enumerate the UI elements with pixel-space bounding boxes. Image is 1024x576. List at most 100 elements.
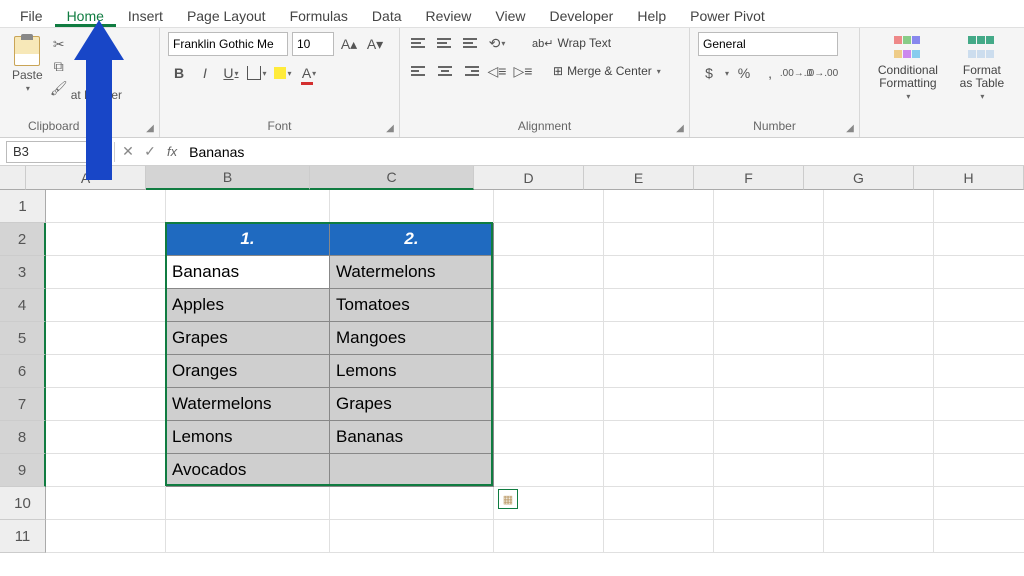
- cell[interactable]: [604, 190, 714, 223]
- cell[interactable]: [604, 421, 714, 454]
- font-color-button[interactable]: A▾: [298, 62, 320, 84]
- cell[interactable]: [604, 223, 714, 256]
- cell[interactable]: [824, 322, 934, 355]
- cell[interactable]: [494, 421, 604, 454]
- column-header[interactable]: C: [310, 166, 474, 190]
- cell[interactable]: [934, 421, 1024, 454]
- cell[interactable]: [494, 322, 604, 355]
- table-cell[interactable]: Grapes: [330, 388, 494, 421]
- cell[interactable]: [714, 256, 824, 289]
- cell[interactable]: [46, 520, 166, 553]
- cell[interactable]: [824, 256, 934, 289]
- align-left-icon[interactable]: [408, 60, 430, 82]
- cell[interactable]: [330, 487, 494, 520]
- column-header[interactable]: F: [694, 166, 804, 190]
- cell[interactable]: [604, 322, 714, 355]
- enter-formula-icon[interactable]: ✓: [139, 143, 161, 160]
- menu-tab-file[interactable]: File: [8, 4, 55, 27]
- menu-tab-data[interactable]: Data: [360, 4, 414, 27]
- increase-decimal-icon[interactable]: .00→.0: [785, 62, 807, 84]
- cell[interactable]: [46, 223, 166, 256]
- cell[interactable]: [604, 454, 714, 487]
- dialog-launcher-icon[interactable]: ◢: [673, 121, 687, 135]
- wrap-text-button[interactable]: ab↵Wrap Text: [528, 34, 615, 52]
- formula-input[interactable]: [183, 144, 1024, 160]
- table-cell[interactable]: Bananas: [330, 421, 494, 454]
- row-header[interactable]: 10: [0, 487, 46, 520]
- fx-icon[interactable]: fx: [161, 144, 183, 159]
- increase-indent-icon[interactable]: ▷≡: [512, 60, 534, 82]
- copy-icon[interactable]: ⧉: [51, 58, 67, 74]
- table-cell[interactable]: Apples: [166, 289, 330, 322]
- select-all-corner[interactable]: [0, 166, 26, 190]
- row-header[interactable]: 8: [0, 421, 46, 454]
- cell[interactable]: [494, 190, 604, 223]
- cell[interactable]: [824, 223, 934, 256]
- percent-button[interactable]: %: [733, 62, 755, 84]
- cell[interactable]: [824, 289, 934, 322]
- cell[interactable]: [166, 520, 330, 553]
- decrease-indent-icon[interactable]: ◁≡: [486, 60, 508, 82]
- cell[interactable]: [934, 454, 1024, 487]
- increase-font-icon[interactable]: A▴: [338, 33, 360, 55]
- cell[interactable]: [824, 421, 934, 454]
- cell[interactable]: [330, 520, 494, 553]
- table-cell[interactable]: Watermelons: [166, 388, 330, 421]
- cell[interactable]: [714, 388, 824, 421]
- row-header[interactable]: 6: [0, 355, 46, 388]
- cell[interactable]: [714, 289, 824, 322]
- table-cell[interactable]: Oranges: [166, 355, 330, 388]
- column-header[interactable]: D: [474, 166, 584, 190]
- table-cell[interactable]: Tomatoes: [330, 289, 494, 322]
- table-cell[interactable]: Mangoes: [330, 322, 494, 355]
- column-header[interactable]: H: [914, 166, 1024, 190]
- menu-tab-insert[interactable]: Insert: [116, 4, 175, 27]
- align-middle-icon[interactable]: [434, 32, 456, 54]
- cell[interactable]: [604, 487, 714, 520]
- cell[interactable]: [714, 190, 824, 223]
- cut-icon[interactable]: ✂: [51, 36, 67, 52]
- dialog-launcher-icon[interactable]: ◢: [143, 121, 157, 135]
- cell[interactable]: [166, 190, 330, 223]
- align-center-icon[interactable]: [434, 60, 456, 82]
- cell[interactable]: [604, 388, 714, 421]
- table-cell[interactable]: Grapes: [166, 322, 330, 355]
- cell[interactable]: [166, 487, 330, 520]
- table-cell[interactable]: Lemons: [330, 355, 494, 388]
- cell[interactable]: [46, 190, 166, 223]
- decrease-font-icon[interactable]: A▾: [364, 33, 386, 55]
- cell[interactable]: [934, 355, 1024, 388]
- align-bottom-icon[interactable]: [460, 32, 482, 54]
- currency-button[interactable]: $: [698, 62, 720, 84]
- column-header[interactable]: B: [146, 166, 310, 190]
- menu-tab-review[interactable]: Review: [414, 4, 484, 27]
- cell[interactable]: [934, 289, 1024, 322]
- cell[interactable]: [824, 520, 934, 553]
- row-header[interactable]: 11: [0, 520, 46, 553]
- cell[interactable]: [934, 256, 1024, 289]
- cell[interactable]: [604, 520, 714, 553]
- cell[interactable]: [934, 520, 1024, 553]
- table-cell[interactable]: [330, 454, 494, 487]
- align-right-icon[interactable]: [460, 60, 482, 82]
- cell[interactable]: [714, 487, 824, 520]
- menu-tab-help[interactable]: Help: [625, 4, 678, 27]
- dialog-launcher-icon[interactable]: ◢: [843, 121, 857, 135]
- table-cell[interactable]: Bananas: [166, 256, 330, 289]
- table-header-cell[interactable]: 1.: [166, 223, 330, 256]
- cell[interactable]: [46, 388, 166, 421]
- row-header[interactable]: 4: [0, 289, 46, 322]
- cell[interactable]: [604, 256, 714, 289]
- chevron-down-icon[interactable]: ▾: [95, 147, 99, 156]
- conditional-formatting-button[interactable]: Conditional Formatting▾: [868, 32, 948, 105]
- cancel-formula-icon[interactable]: ✕: [117, 143, 139, 160]
- cell[interactable]: [494, 223, 604, 256]
- align-top-icon[interactable]: [408, 32, 430, 54]
- cell[interactable]: [494, 454, 604, 487]
- cell[interactable]: [46, 487, 166, 520]
- cell[interactable]: [46, 256, 166, 289]
- column-header[interactable]: G: [804, 166, 914, 190]
- menu-tab-home[interactable]: Home: [55, 4, 116, 27]
- worksheet-grid[interactable]: ABCDEFGH 1234567891011 1.2.BananasWaterm…: [0, 166, 1024, 553]
- menu-tab-formulas[interactable]: Formulas: [278, 4, 360, 27]
